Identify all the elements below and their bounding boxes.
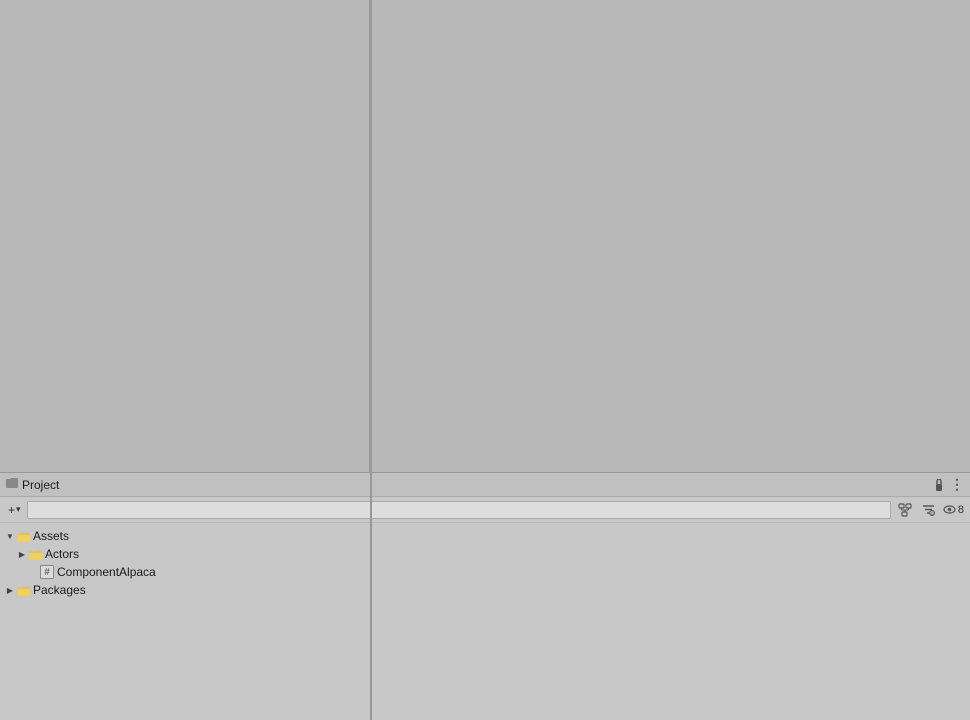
project-header-left: Project: [6, 478, 59, 492]
actors-label: Actors: [45, 547, 79, 561]
main-container: Project ⋮ + ▾: [0, 0, 970, 720]
add-dropdown-arrow: ▾: [16, 504, 21, 515]
panel-divider: [370, 0, 372, 720]
toolbar-row: + ▾: [0, 497, 970, 523]
filter-icon-button[interactable]: [919, 501, 939, 519]
componentalpaca-file-icon: #: [40, 565, 54, 579]
tree-item-componentalpaca[interactable]: # ComponentAlpaca: [0, 563, 970, 581]
actors-arrow: [16, 548, 28, 560]
add-button[interactable]: + ▾: [6, 502, 23, 518]
search-input[interactable]: [27, 501, 891, 519]
project-panel: Project ⋮ + ▾: [0, 472, 970, 720]
eye-count: 8: [958, 504, 964, 516]
project-title: Project: [22, 478, 59, 492]
actors-folder-icon: [28, 547, 42, 561]
packages-label: Packages: [33, 583, 86, 597]
lock-icon[interactable]: [932, 478, 946, 492]
add-label: +: [8, 503, 15, 517]
packages-arrow: [4, 584, 16, 596]
tree-item-actors[interactable]: Actors: [0, 545, 970, 563]
hierarchy-icon-button[interactable]: [895, 501, 915, 519]
project-header-icons: ⋮: [932, 478, 964, 492]
assets-folder-icon: [16, 529, 30, 543]
tree-item-assets[interactable]: Assets: [0, 527, 970, 545]
tree-content[interactable]: Assets Actors # ComponentAlpaca: [0, 523, 970, 720]
eye-badge[interactable]: 8: [943, 504, 964, 516]
assets-label: Assets: [33, 529, 69, 543]
assets-arrow: [4, 530, 16, 542]
project-header: Project ⋮: [0, 473, 970, 497]
menu-icon[interactable]: ⋮: [950, 478, 964, 492]
componentalpaca-label: ComponentAlpaca: [57, 565, 156, 579]
packages-folder-icon: [16, 583, 30, 597]
tree-item-packages[interactable]: Packages: [0, 581, 970, 599]
folder-small-icon: [6, 478, 18, 491]
